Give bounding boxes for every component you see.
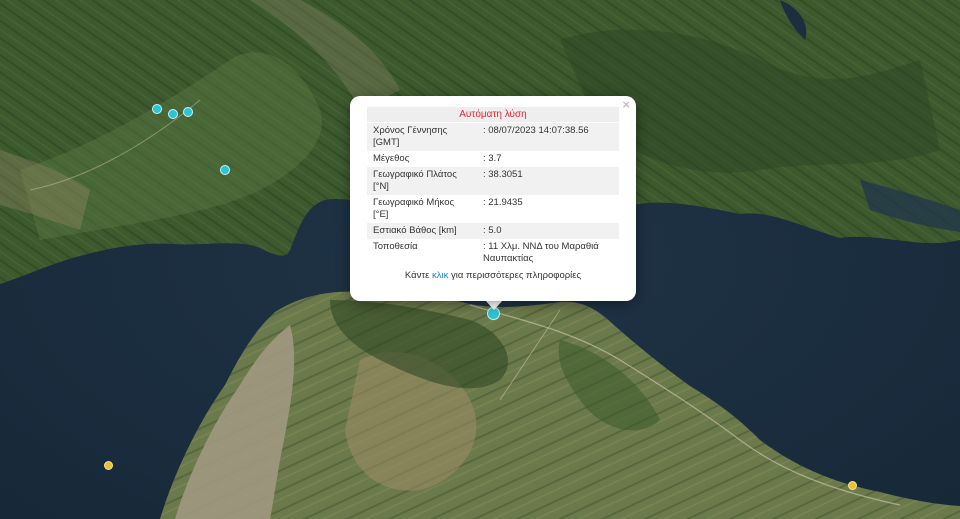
more-info-link[interactable]: κλικ	[432, 270, 448, 281]
footer-text-before: Κάντε	[404, 270, 432, 281]
location-value: : 11 Χλμ. ΝΝΔ του Μαραθιά Ναυπακτίας	[483, 241, 599, 264]
older-earthquake-marker[interactable]	[848, 481, 857, 490]
footer-text-after: για περισσότερες πληροφορίες	[448, 270, 582, 281]
popup-title: Αυτόματη λύση	[367, 107, 619, 122]
depth-label: Εστιακό Βάθος [km]	[367, 223, 477, 239]
depth-value: : 5.0	[477, 223, 619, 239]
event-details-table: Χρόνος Γέννησης [GMT] : 08/07/2023 14:07…	[367, 123, 619, 267]
table-row: Τοποθεσία : 11 Χλμ. ΝΝΔ του Μαραθιά Ναυπ…	[367, 239, 619, 267]
magnitude-value: : 3.7	[483, 153, 502, 164]
longitude-value: : 21.9435	[483, 197, 523, 208]
table-row: Γεωγραφικό Πλάτος [°N] : 38.3051	[367, 167, 619, 195]
popup-content: Αυτόματη λύση Χρόνος Γέννησης [GMT] : 08…	[367, 107, 619, 281]
latitude-label: Γεωγραφικό Πλάτος [°N]	[367, 167, 477, 195]
location-label: Τοποθεσία	[373, 241, 418, 252]
older-earthquake-marker[interactable]	[104, 461, 113, 470]
origin-time-value: : 08/07/2023 14:07:38.56	[477, 123, 619, 151]
table-row: Χρόνος Γέννησης [GMT] : 08/07/2023 14:07…	[367, 123, 619, 151]
earthquake-marker[interactable]	[168, 109, 178, 119]
table-row: Γεωγραφικό Μήκος [°E] : 21.9435	[367, 195, 619, 223]
origin-time-label: Χρόνος Γέννησης [GMT]	[367, 123, 477, 151]
table-row: Μέγεθος : 3.7	[367, 151, 619, 167]
popup-footer: Κάντε κλικ για περισσότερες πληροφορίες	[367, 270, 619, 281]
longitude-label: Γεωγραφικό Μήκος [°E]	[373, 197, 455, 220]
earthquake-marker[interactable]	[220, 165, 230, 175]
magnitude-label: Μέγεθος	[373, 153, 410, 164]
latitude-value: : 38.3051	[477, 167, 619, 195]
earthquake-info-popup: × Αυτόματη λύση Χρόνος Γέννησης [GMT] : …	[350, 96, 636, 301]
popup-tip	[485, 300, 503, 310]
close-icon[interactable]: ×	[622, 98, 630, 112]
earthquake-marker[interactable]	[183, 107, 193, 117]
earthquake-marker[interactable]	[152, 104, 162, 114]
table-row: Εστιακό Βάθος [km] : 5.0	[367, 223, 619, 239]
